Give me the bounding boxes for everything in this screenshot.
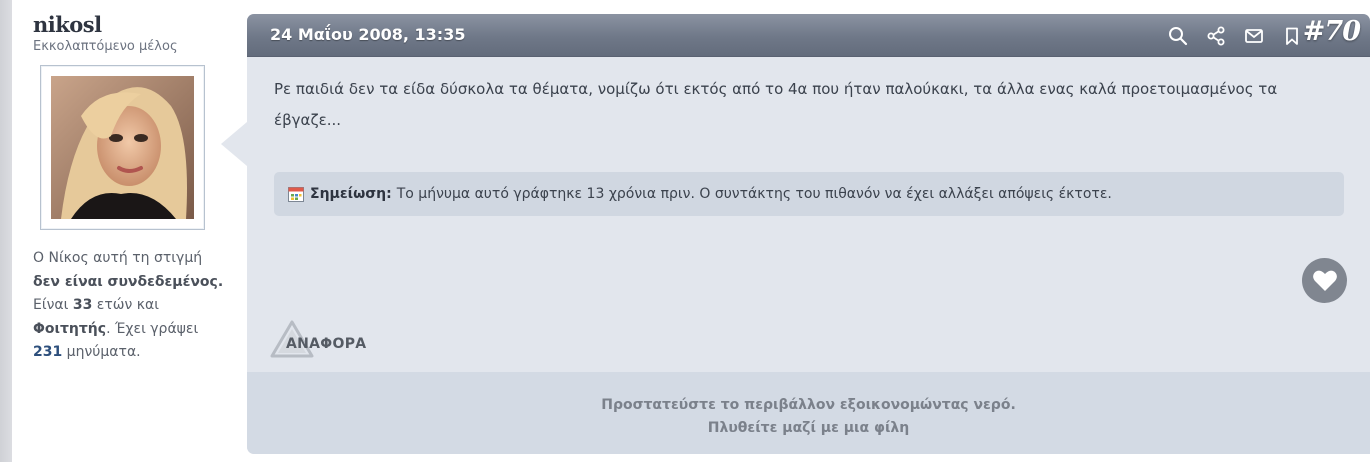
post-message: Ρε παιδιά δεν τα είδα δύσκολα τα θέματα,… [274,80,1278,129]
post-signature: Προστατεύστε το περιβάλλον εξοικονομώντα… [247,372,1370,454]
user-title: Εκκολαπτόμενο μέλος [33,39,178,54]
post-box: 24 Μαΐου 2008, 13:35 #70 Ρε παιδιά δεν τ… [247,14,1370,454]
heart-icon [1312,270,1337,291]
user-age: 33 [72,297,93,313]
report-button[interactable]: ΑΝΑΦΟΡΑ [269,319,379,361]
avatar[interactable] [40,65,205,230]
post-date: 24 Μαΐου 2008, 13:35 [270,25,466,44]
signature-line-2: Πλυθείτε μαζί με μια φίλη [707,420,910,436]
info-age-prefix: Είναι [33,297,73,313]
info-posts-suffix: μηνύματα. [62,344,141,360]
user-sidebar: nikosl Εκκολαπτόμενο μέλος Ο Νίκος αυτή … [12,0,247,462]
post-header: 24 Μαΐου 2008, 13:35 #70 [247,14,1370,57]
post-number[interactable]: #70 [1303,16,1361,47]
calendar-icon [288,187,304,202]
post-count-link[interactable]: 231 [33,344,62,360]
user-info: Ο Νίκος αυτή τη στιγμή δεν είναι συνδεδε… [33,247,238,365]
report-label: ΑΝΑΦΟΡΑ [286,336,367,352]
post-note: Σημείωση: Το μήνυμα αυτό γράφτηκε 13 χρό… [274,172,1344,216]
info-online-line: Ο Νίκος αυτή τη στιγμή [33,250,203,266]
user-role: Φοιτητής [33,320,107,337]
online-status: δεν είναι συνδεδεμένος. [33,273,224,290]
share-icon[interactable] [1206,26,1226,46]
mail-icon[interactable] [1244,26,1264,46]
post-container: nikosl Εκκολαπτόμενο μέλος Ο Νίκος αυτή … [12,0,1370,462]
username-link[interactable]: nikosl [33,12,102,37]
post-actions [1168,26,1302,46]
info-role-suffix: . Έχει γράψει [106,320,199,337]
note-label: Σημείωση: [310,186,392,202]
note-text: Το μήνυμα αυτό γράφτηκε 13 χρόνια πριν. … [396,186,1112,202]
info-age-suffix: ετών και [92,297,159,313]
like-button[interactable] [1302,258,1347,303]
bookmark-icon[interactable] [1282,26,1302,46]
avatar-image [51,76,194,219]
search-icon[interactable] [1168,26,1188,46]
signature-line-1: Προστατεύστε το περιβάλλον εξοικονομώντα… [601,397,1016,413]
post-pointer [221,122,247,166]
